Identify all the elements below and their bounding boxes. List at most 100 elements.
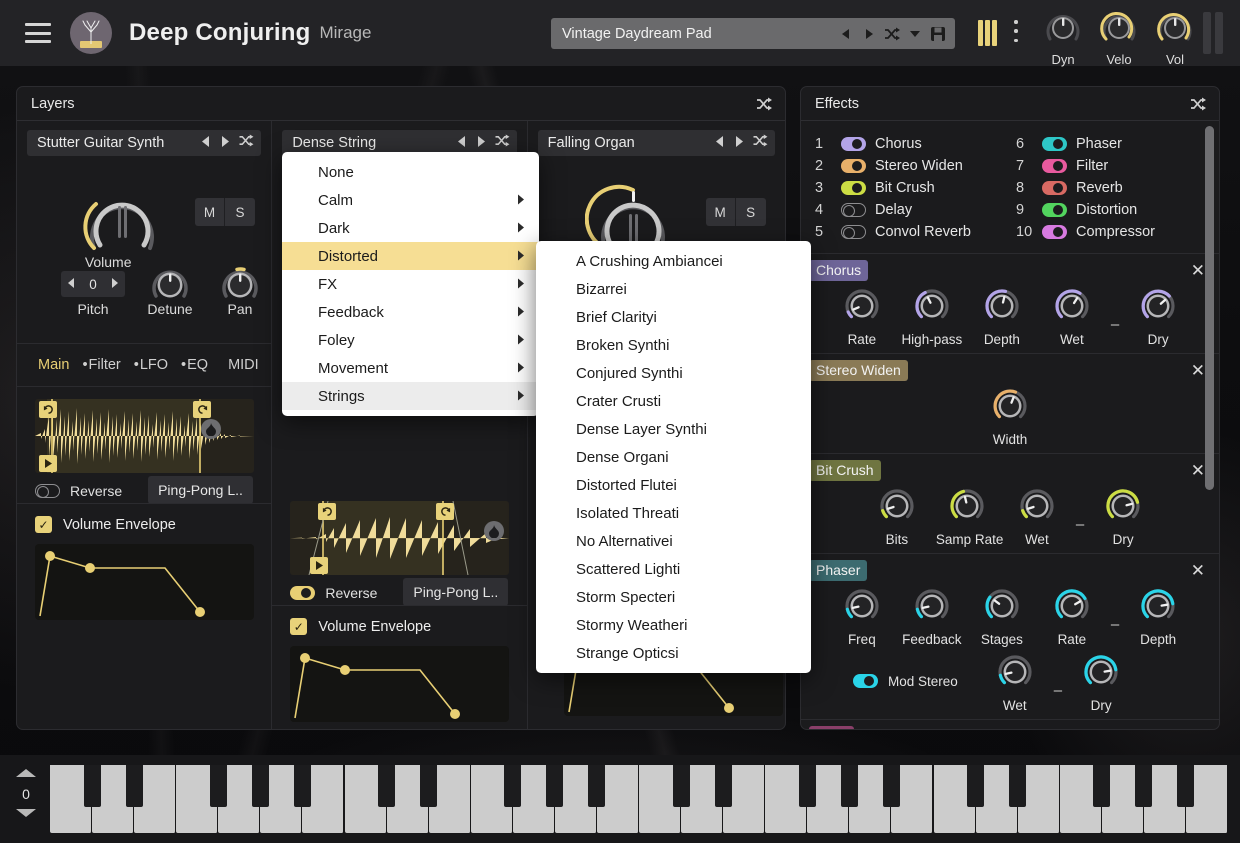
piano-black-key[interactable] (252, 765, 269, 807)
layer-1-next-icon[interactable] (220, 134, 229, 152)
effects-scrollbar[interactable] (1205, 126, 1214, 490)
submenu-item-bizarre[interactable]: Bizarrei (536, 275, 811, 303)
preset-name[interactable]: Vintage Daydream Pad (551, 26, 838, 42)
info-icon[interactable]: i (674, 477, 677, 494)
layer-2-loop-mode-button[interactable]: Ping-Pong L.. (403, 578, 508, 606)
knob-wet[interactable]: Wet (1006, 483, 1068, 547)
piano-black-key[interactable] (126, 765, 143, 807)
layer-1-prev-icon[interactable] (202, 134, 211, 152)
layer-2-prev-icon[interactable] (458, 134, 467, 152)
piano-black-key[interactable] (715, 765, 732, 807)
piano-black-key[interactable] (420, 765, 437, 807)
layer-1-solo-button[interactable]: S (225, 198, 255, 226)
submenu-item-distorted-flute[interactable]: Distorted Flutei (536, 471, 811, 499)
preset-browser[interactable]: Vintage Daydream Pad (551, 18, 955, 49)
effect-module-close-icon[interactable]: ✕ (1191, 728, 1205, 730)
info-icon[interactable]: i (704, 421, 707, 438)
effect-power-toggle[interactable] (1042, 225, 1067, 239)
piano-black-key[interactable] (1009, 765, 1026, 807)
hamburger-menu-icon[interactable] (25, 23, 51, 43)
effect-power-toggle[interactable] (841, 137, 866, 151)
menu-item-feedback[interactable]: Feedback (282, 298, 539, 326)
info-icon[interactable]: i (675, 645, 678, 662)
pitch-dec-icon[interactable] (68, 275, 76, 293)
layer-3-next-icon[interactable] (734, 134, 743, 152)
submenu-item-scattered-light[interactable]: Scattered Lighti (536, 555, 811, 583)
submenu-item-no-alternative[interactable]: No Alternativei (536, 527, 811, 555)
knob-bits[interactable]: Bits (866, 483, 928, 547)
knob-depth[interactable]: Depth (971, 283, 1033, 347)
effect-slot-filter[interactable]: 7Filter (1016, 155, 1205, 177)
effect-power-toggle[interactable] (841, 181, 866, 195)
tab-filter[interactable]: •Filter (77, 355, 125, 375)
effect-module-close-icon[interactable]: ✕ (1191, 462, 1205, 479)
knob-stages[interactable]: Stages (971, 583, 1033, 647)
info-icon[interactable]: i (665, 449, 668, 466)
effect-slot-delay[interactable]: 4Delay (815, 199, 1004, 221)
loop-start-marker[interactable] (39, 401, 57, 418)
submenu-item-a-crushing-ambiance[interactable]: A Crushing Ambiancei (536, 247, 811, 275)
submenu-item-isolated-threat[interactable]: Isolated Threati (536, 499, 811, 527)
layer-3-solo-button[interactable]: S (736, 198, 766, 226)
menu-item-foley[interactable]: Foley (282, 326, 539, 354)
knob-feedback[interactable]: Feedback (901, 583, 963, 647)
preset-prev-icon[interactable] (838, 26, 854, 42)
piano-black-key[interactable] (588, 765, 605, 807)
info-icon[interactable]: i (669, 533, 672, 550)
knob-depth[interactable]: Depth (1127, 583, 1189, 647)
info-icon[interactable]: i (679, 365, 682, 382)
info-icon[interactable]: i (654, 309, 657, 326)
piano-black-key[interactable] (841, 765, 858, 807)
preset-shuffle-icon[interactable] (884, 26, 900, 42)
submenu-item-broken-synth[interactable]: Broken Synthi (536, 331, 811, 359)
knob-rate[interactable]: Rate (1041, 583, 1103, 647)
menu-item-distorted[interactable]: Distorted (282, 242, 539, 270)
layer-1-reverse-toggle[interactable] (35, 484, 60, 498)
submenu-item-strange-optics[interactable]: Strange Opticsi (536, 639, 811, 667)
piano-black-key[interactable] (504, 765, 521, 807)
info-icon[interactable]: i (666, 337, 669, 354)
menu-item-none[interactable]: None (282, 158, 539, 186)
octave-up-icon[interactable] (12, 765, 40, 783)
menu-item-dark[interactable]: Dark (282, 214, 539, 242)
effects-shuffle-icon[interactable] (1189, 97, 1207, 111)
octave-down-icon[interactable] (12, 805, 40, 823)
submenu-item-stormy-weather[interactable]: Stormy Weatheri (536, 611, 811, 639)
effect-power-toggle[interactable] (1042, 203, 1067, 217)
play-start-marker-2[interactable] (310, 557, 328, 574)
layer-2-name[interactable]: Dense String (292, 135, 457, 151)
effect-module-close-icon[interactable]: ✕ (1191, 562, 1205, 579)
layer-1-shuffle-icon[interactable] (238, 134, 254, 152)
knob-vol[interactable]: Vol (1150, 6, 1200, 67)
effect-slot-reverb[interactable]: 8Reverb (1016, 177, 1205, 199)
loop-start-marker-2[interactable] (318, 503, 336, 520)
piano-black-key[interactable] (210, 765, 227, 807)
tab-midi[interactable]: MIDI (223, 355, 264, 375)
mod-stereo-toggle[interactable] (853, 674, 878, 688)
effect-module-close-icon[interactable]: ✕ (1191, 362, 1205, 379)
submenu-item-dense-layer-synth[interactable]: Dense Layer Synthi (536, 415, 811, 443)
info-icon[interactable]: i (719, 253, 722, 270)
layer-3-mute-button[interactable]: M (706, 198, 736, 226)
piano-keyboard[interactable] (50, 765, 1228, 833)
layer-3-shuffle-icon[interactable] (752, 134, 768, 152)
loop-end-marker-2[interactable] (436, 503, 454, 520)
loop-end-marker[interactable] (193, 401, 211, 418)
knob-freq[interactable]: Freq (831, 583, 893, 647)
info-icon[interactable]: i (672, 589, 675, 606)
preset-next-icon[interactable] (861, 26, 877, 42)
layer-1-pitch-stepper[interactable]: 0 (61, 271, 125, 297)
layers-shuffle-icon[interactable] (755, 97, 773, 111)
layer-1-name[interactable]: Stutter Guitar Synth (37, 135, 202, 151)
virtual-keyboard-toggle-icon[interactable] (978, 20, 997, 46)
effect-power-toggle[interactable] (841, 225, 866, 239)
piano-black-key[interactable] (294, 765, 311, 807)
layer-2-envelope-graph[interactable] (290, 646, 509, 722)
effect-power-toggle[interactable] (1042, 137, 1067, 151)
info-icon[interactable]: i (684, 617, 687, 634)
tab-eq[interactable]: •EQ (176, 355, 213, 375)
piano-black-key[interactable] (1177, 765, 1194, 807)
layer-1-envelope-graph[interactable] (35, 544, 254, 620)
knob-wet[interactable]: Wet (984, 649, 1046, 713)
effect-slot-phaser[interactable]: 6Phaser (1016, 133, 1205, 155)
